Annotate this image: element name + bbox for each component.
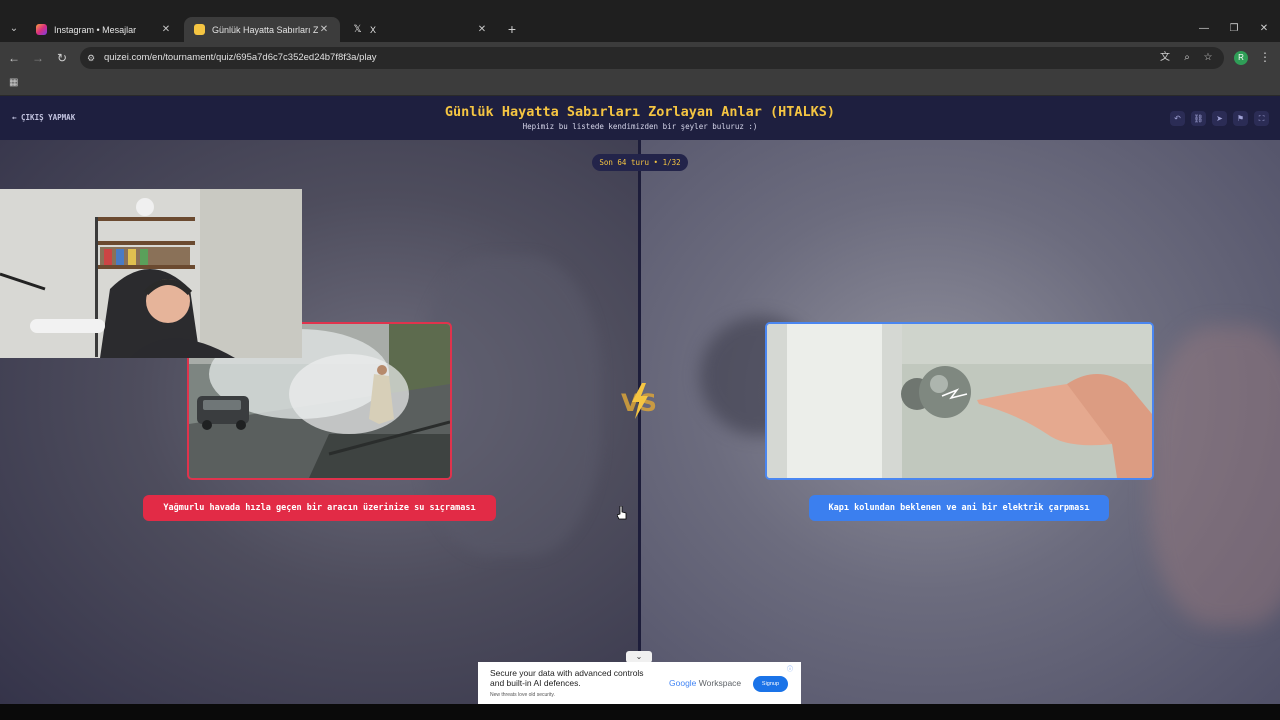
vs-lightning-icon: VS xyxy=(621,383,657,419)
new-tab-icon[interactable]: + xyxy=(505,21,519,37)
window-close-icon[interactable]: ✕ xyxy=(1257,22,1271,36)
left-option-caption[interactable]: Yağmurlu havada hızla geçen bir aracın ü… xyxy=(143,495,496,521)
right-option-image[interactable] xyxy=(765,322,1154,480)
ad-headline: Secure your data with advanced controls … xyxy=(490,668,644,688)
center-divider xyxy=(638,140,641,704)
bottom-strip xyxy=(0,704,1280,720)
ad-brand-workspace: Workspace xyxy=(698,678,742,688)
instagram-icon xyxy=(36,24,47,35)
quiz-page: ← ÇIKIŞ YAPMAK Günlük Hayatta Sabırları … xyxy=(0,96,1280,704)
menu-icon[interactable]: ⋮ xyxy=(1259,50,1271,64)
mouse-cursor-icon xyxy=(617,506,627,520)
site-info-icon[interactable]: ⚙ xyxy=(87,53,95,64)
send-icon[interactable]: ➤ xyxy=(1212,111,1227,126)
right-option-caption[interactable]: Kapı kolundan beklenen ve ani bir elektr… xyxy=(809,495,1109,521)
x-logo-icon: 𝕏 xyxy=(353,24,362,35)
link-icon[interactable]: ⛓ xyxy=(1191,111,1206,126)
apps-grid-icon[interactable]: ▦ xyxy=(9,77,18,88)
reload-icon[interactable]: ↻ xyxy=(54,50,70,66)
advertisement-banner[interactable]: Secure your data with advanced controls … xyxy=(478,662,801,704)
close-icon[interactable]: ✕ xyxy=(476,24,488,35)
flag-icon[interactable]: ⚑ xyxy=(1233,111,1248,126)
ad-info-icon[interactable]: ⓘ xyxy=(787,664,793,673)
bookmark-star-icon[interactable]: ☆ xyxy=(1201,51,1215,65)
ad-brand: Google Workspace xyxy=(669,678,741,688)
close-icon[interactable]: ✕ xyxy=(318,24,330,35)
page-title: Günlük Hayatta Sabırları Zorlayan Anlar … xyxy=(444,104,836,120)
quizei-icon xyxy=(194,24,205,35)
webcam-feed xyxy=(0,189,302,358)
ad-small-text: New threats love old security. xyxy=(490,692,555,698)
minimize-icon[interactable]: — xyxy=(1197,22,1211,36)
page-subtitle: Hepimiz bu listede kendimizden bir şeyle… xyxy=(522,122,758,131)
tab-x[interactable]: 𝕏 X ✕ xyxy=(342,17,498,42)
zoom-icon[interactable]: ⌕ xyxy=(1180,51,1194,65)
tab-quiz[interactable]: Günlük Hayatta Sabırları Zorlayan Anlar … xyxy=(184,17,340,42)
address-bar[interactable]: ⚙ quizei.com/en/tournament/quiz/695a7d6c… xyxy=(80,47,1224,69)
tab-instagram[interactable]: Instagram • Mesajlar ✕ xyxy=(26,17,182,42)
tab-search-icon[interactable]: ⌄ xyxy=(6,21,22,37)
close-icon[interactable]: ✕ xyxy=(160,24,172,35)
bookmarks-bar xyxy=(0,74,1280,96)
tab-title: Günlük Hayatta Sabırları Zorlayan Anlar … xyxy=(212,24,318,35)
profile-avatar[interactable]: R xyxy=(1234,51,1248,65)
round-indicator: Son 64 turu • 1/32 xyxy=(592,154,688,171)
door-knob-photo xyxy=(767,324,1152,478)
forward-icon[interactable]: → xyxy=(30,50,46,66)
restore-icon[interactable]: ❐ xyxy=(1227,22,1241,36)
back-icon[interactable]: ← xyxy=(6,50,22,66)
fullscreen-icon[interactable]: ⛶ xyxy=(1254,111,1269,126)
undo-icon[interactable]: ↶ xyxy=(1170,111,1185,126)
translate-icon[interactable]: 文 xyxy=(1158,51,1172,65)
quiz-header: ← ÇIKIŞ YAPMAK Günlük Hayatta Sabırları … xyxy=(0,96,1280,140)
blurred-background-hand xyxy=(1150,326,1280,626)
tab-title: X xyxy=(370,24,377,35)
ad-brand-google: Google xyxy=(669,678,697,688)
url-text: quizei.com/en/tournament/quiz/695a7d6c7c… xyxy=(104,52,377,63)
ad-signup-button[interactable]: Signup xyxy=(753,676,788,692)
webcam-overlay xyxy=(0,189,302,358)
tab-title: Instagram • Mesajlar xyxy=(54,24,137,35)
